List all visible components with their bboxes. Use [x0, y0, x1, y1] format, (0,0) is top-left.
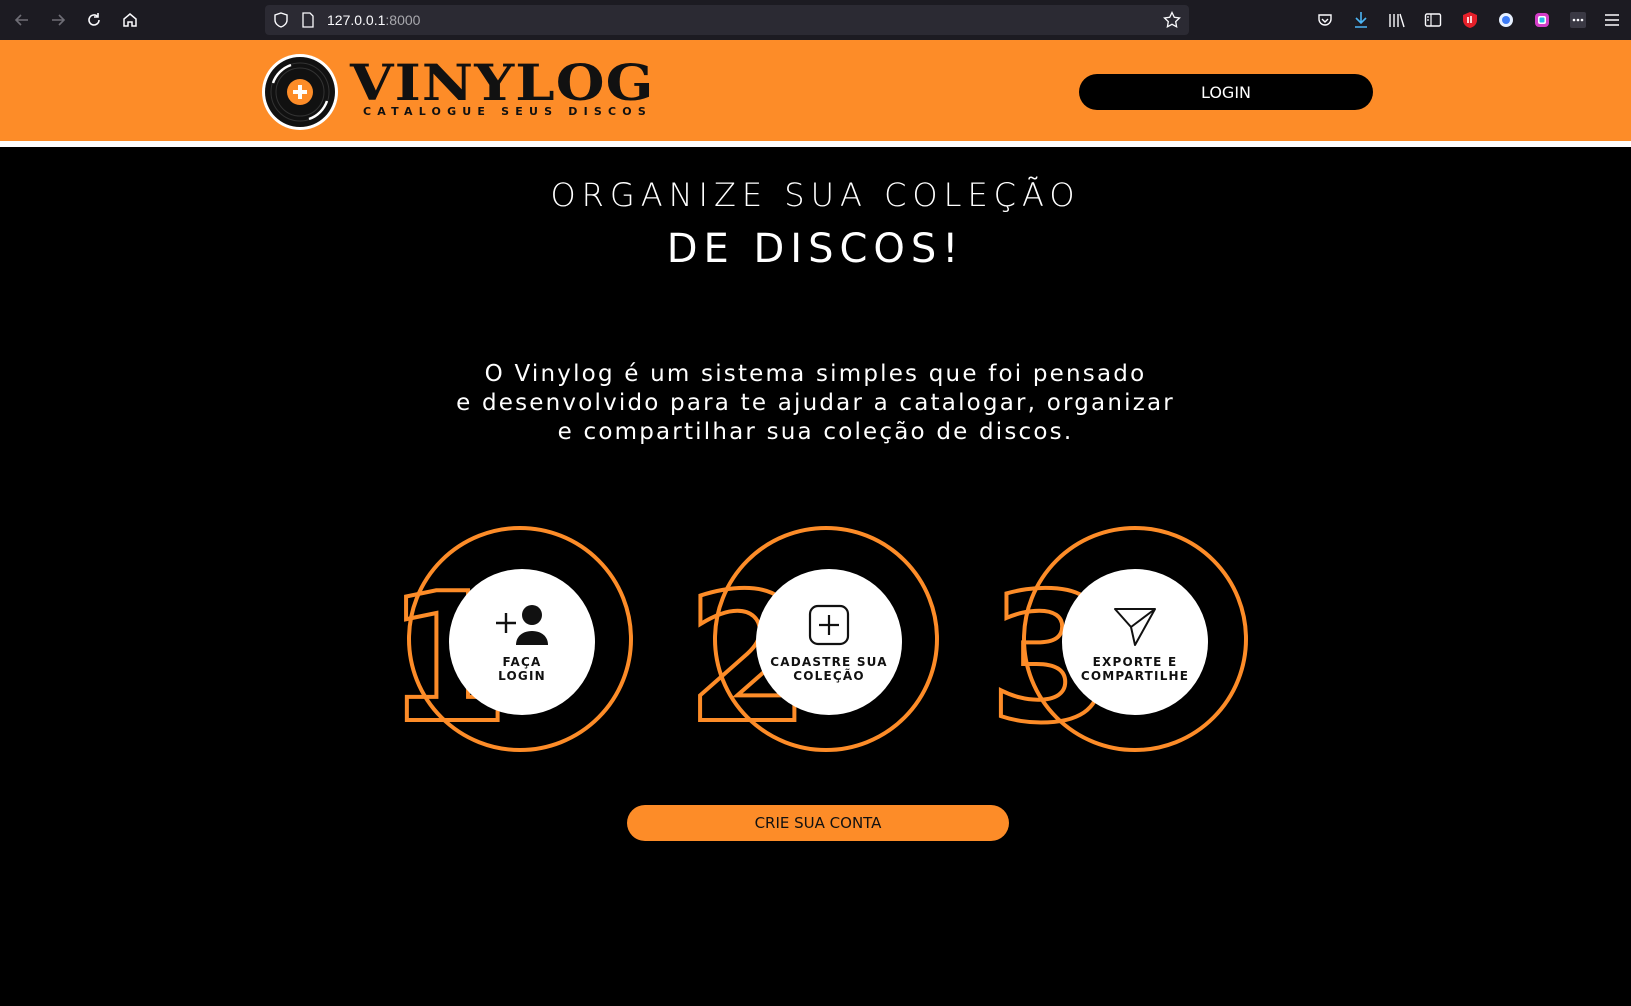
address-bar[interactable]: 127.0.0.1:8000: [265, 5, 1189, 35]
shield-icon[interactable]: [273, 12, 289, 32]
extension-color-icon[interactable]: [1532, 10, 1552, 30]
logo-wordmark: VINYLOG: [350, 53, 655, 112]
send-icon: [1105, 601, 1165, 649]
extension-red-icon[interactable]: [1460, 10, 1480, 30]
reload-icon[interactable]: [82, 8, 106, 32]
step-export: 3 EXPORTE E COMPARTILHE: [995, 525, 1255, 760]
description-line-1: O Vinylog é um sistema simples que foi p…: [484, 361, 1147, 387]
pocket-icon[interactable]: [1315, 10, 1335, 30]
extensions-overflow-icon[interactable]: [1568, 10, 1588, 30]
description-line-3: e compartilhar sua coleção de discos.: [557, 419, 1074, 445]
library-icon[interactable]: [1387, 10, 1407, 30]
forward-icon[interactable]: [46, 8, 70, 32]
extension-blue-icon[interactable]: [1496, 10, 1516, 30]
description-line-2: e desenvolvido para te ajudar a cataloga…: [456, 390, 1175, 416]
menu-icon[interactable]: [1602, 10, 1622, 30]
step-2-label: CADASTRE SUA COLEÇÃO: [770, 655, 888, 683]
description: O Vinylog é um sistema simples que foi p…: [0, 360, 1631, 447]
home-icon[interactable]: [118, 8, 142, 32]
hero-title-line-1: ORGANIZE SUA COLEÇÃO: [550, 176, 1081, 214]
logo-tagline: CATALOGUE SEUS DISCOS: [363, 105, 652, 118]
step-3-label: EXPORTE E COMPARTILHE: [1080, 655, 1190, 683]
vinyl-logo-icon[interactable]: [261, 53, 339, 131]
site-header: VINYLOG CATALOGUE SEUS DISCOS LOGIN: [0, 40, 1631, 141]
step-1-card[interactable]: FAÇA LOGIN: [449, 569, 595, 715]
create-account-button[interactable]: CRIE SUA CONTA: [627, 805, 1009, 841]
header-divider: [0, 141, 1631, 147]
url-text: 127.0.0.1:8000: [327, 12, 421, 28]
login-button[interactable]: LOGIN: [1079, 74, 1373, 110]
step-register: 2 CADASTRE SUA COLEÇÃO: [690, 525, 950, 760]
step-login: 1 FAÇA LOGIN: [384, 525, 644, 760]
add-square-icon: [799, 601, 859, 649]
page-icon: [301, 12, 315, 32]
back-icon[interactable]: [10, 8, 34, 32]
download-icon[interactable]: [1351, 10, 1371, 30]
sidebar-icon[interactable]: [1423, 10, 1443, 30]
bookmark-star-icon[interactable]: [1163, 10, 1181, 33]
step-1-label: FAÇA LOGIN: [498, 655, 546, 683]
step-2-card[interactable]: CADASTRE SUA COLEÇÃO: [756, 569, 902, 715]
hero-title-line-2: DE DISCOS!: [666, 226, 965, 272]
step-3-card[interactable]: EXPORTE E COMPARTILHE: [1062, 569, 1208, 715]
browser-toolbar: 127.0.0.1:8000: [0, 0, 1631, 40]
add-user-icon: [492, 601, 552, 649]
